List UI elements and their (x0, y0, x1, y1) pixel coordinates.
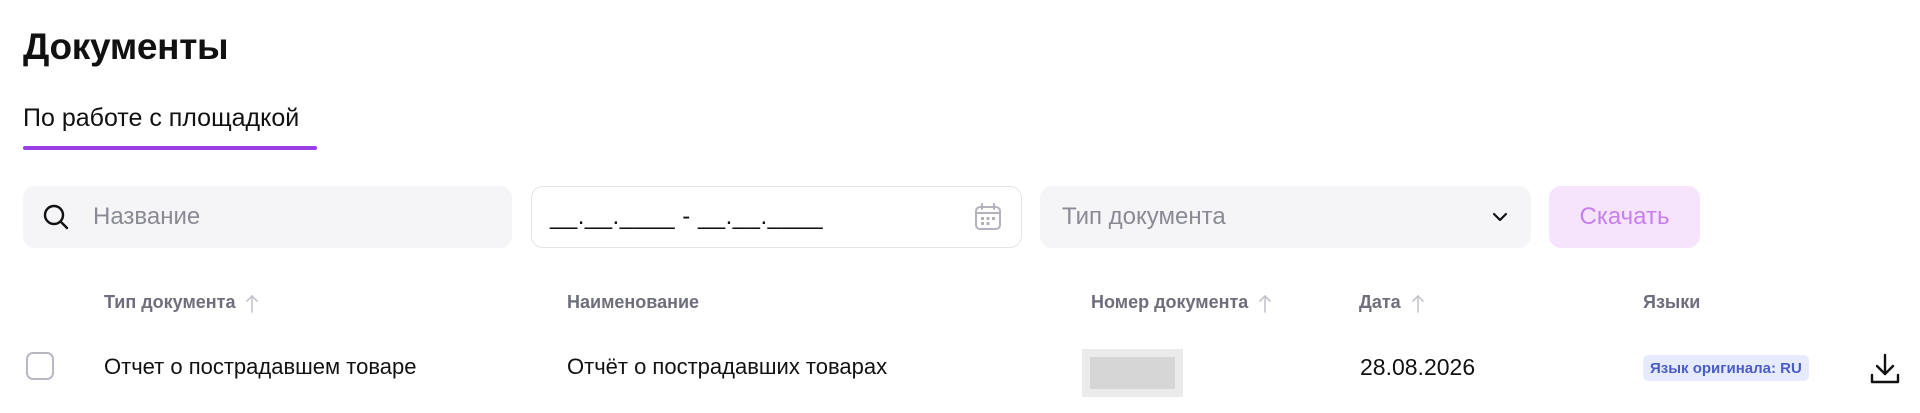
column-header-label: Дата (1359, 292, 1401, 312)
arrow-up-icon (246, 294, 259, 313)
download-button[interactable]: Скачать (1549, 186, 1700, 248)
arrow-up-icon (1259, 294, 1272, 313)
cell-doc-type: Отчет о пострадавшем товаре (104, 354, 417, 379)
column-header-label: Языки (1643, 292, 1701, 312)
column-header-languages: Языки (1643, 292, 1700, 313)
tab-platform-work[interactable]: По работе с площадкой (23, 104, 299, 133)
calendar-icon[interactable] (973, 202, 1003, 232)
column-header-name: Наименование (567, 292, 699, 313)
cell-name: Отчёт о пострадавших товарах (567, 354, 888, 379)
cell-date: 28.08.2026 (1360, 354, 1476, 380)
document-type-placeholder: Тип документа (1062, 203, 1226, 230)
column-header-doc-number[interactable]: Номер документа (1091, 292, 1272, 313)
language-badge: Язык оригинала: RU (1643, 355, 1809, 381)
document-type-select[interactable]: Тип документа (1040, 186, 1531, 248)
date-range-mask: __.__.____ - __.__.____ (550, 203, 824, 230)
date-range-input[interactable]: __.__.____ - __.__.____ (531, 186, 1022, 248)
cell-doc-number-skeleton (1082, 349, 1183, 397)
column-header-label: Номер документа (1091, 292, 1249, 312)
row-checkbox[interactable] (26, 352, 54, 380)
arrow-up-icon (1411, 294, 1424, 313)
search-input[interactable] (91, 202, 455, 232)
column-header-date[interactable]: Дата (1359, 292, 1425, 313)
skeleton-block (1090, 357, 1175, 389)
search-icon (43, 204, 69, 230)
column-header-label: Тип документа (104, 292, 236, 312)
page-title: Документы (23, 26, 229, 67)
search-field[interactable] (23, 186, 512, 248)
chevron-down-icon (1492, 212, 1508, 222)
column-header-label: Наименование (567, 292, 700, 312)
column-header-doc-type[interactable]: Тип документа (104, 292, 259, 313)
download-icon[interactable] (1868, 352, 1902, 386)
active-tab-indicator (23, 146, 317, 150)
